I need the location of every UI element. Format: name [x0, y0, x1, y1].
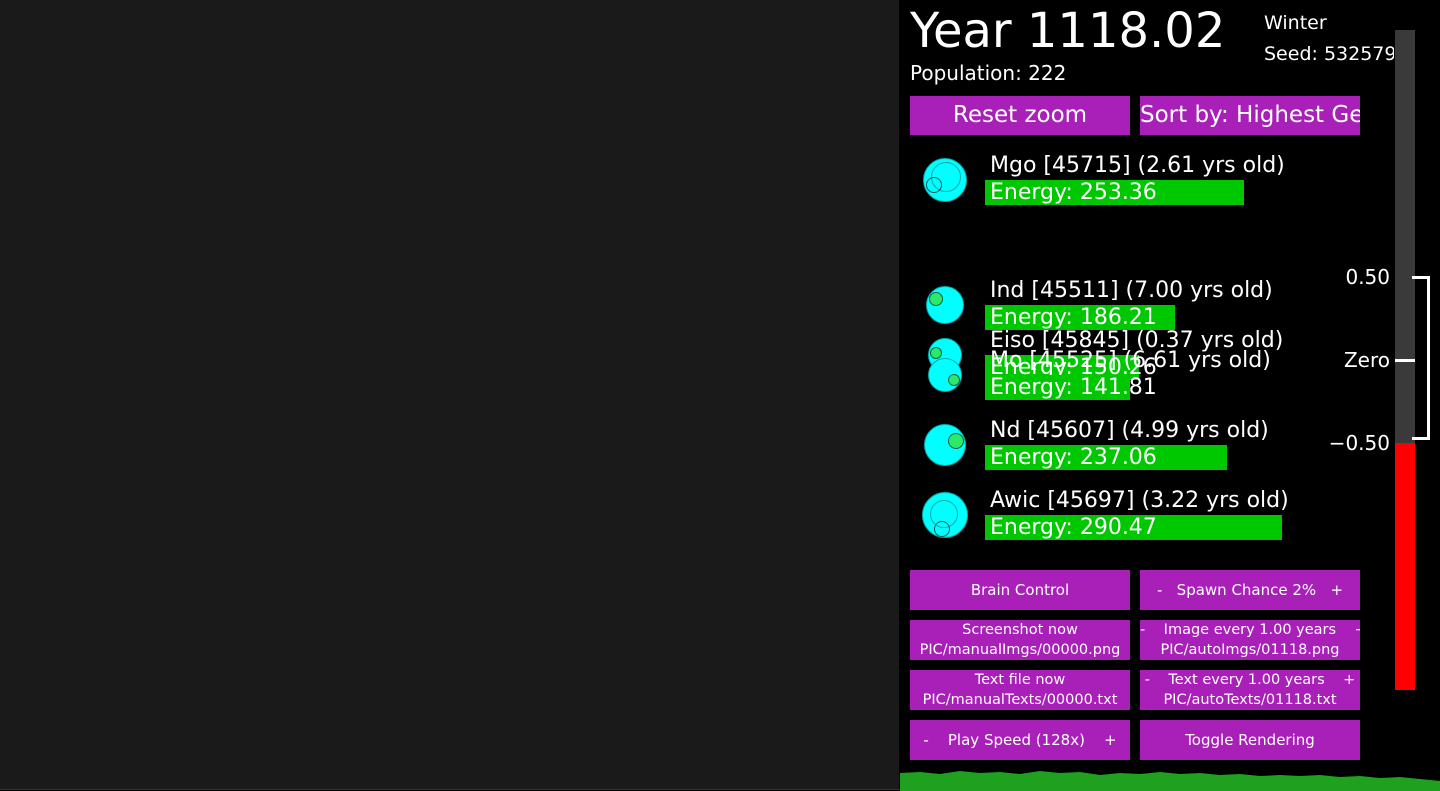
toggle-rendering-button[interactable]: Toggle Rendering [1140, 720, 1360, 760]
image-path: PIC/autoImgs/01118.png [1160, 642, 1340, 658]
creature-item[interactable]: Mgo [45715] (2.61 yrs old) Energy: 253.3… [900, 150, 1420, 210]
population-graph-area [900, 771, 1440, 791]
screenshot-now-button[interactable]: Screenshot now PIC/manualImgs/00000.png [910, 620, 1130, 660]
creature-avatar [922, 492, 968, 538]
creature-name: Nd [45607] (4.99 yrs old) [990, 418, 1269, 443]
sort-by-button[interactable]: Sort by: Highest Gen [1140, 96, 1360, 135]
brain-control-button[interactable]: Brain Control [910, 570, 1130, 610]
image-every-stepper[interactable]: - Image every 1.00 years + PIC/autoImgs/… [1140, 620, 1360, 660]
meter-label-low: −0.50 [1328, 431, 1390, 455]
meter-bracket [1412, 276, 1430, 440]
text-path: PIC/autoTexts/01118.txt [1163, 692, 1337, 708]
creature-eye [934, 521, 950, 537]
screenshot-path: PIC/manualImgs/00000.png [919, 642, 1121, 658]
creature-eye [926, 177, 942, 193]
year-label: Year 1118.02 [910, 3, 1226, 59]
population-label: Population: 222 [910, 61, 1067, 85]
world-view[interactable] [0, 0, 901, 790]
text-file-path: PIC/manualTexts/00000.txt [922, 692, 1118, 708]
image-every-label: - Image every 1.00 years + [1140, 622, 1360, 638]
meter-zero-tick [1395, 359, 1415, 362]
creature-name: Awic [45697] (3.22 yrs old) [990, 488, 1289, 513]
seed-label: Seed: 532579 [1264, 43, 1394, 65]
creature-eye [948, 374, 960, 386]
play-speed-stepper[interactable]: - Play Speed (128x) + [910, 720, 1130, 760]
creature-avatar [928, 358, 962, 392]
creature-eye [929, 292, 943, 306]
energy-label: Energy: 253.36 [990, 180, 1157, 205]
text-file-now-button[interactable]: Text file now PIC/manualTexts/00000.txt [910, 670, 1130, 710]
population-graph [900, 771, 1440, 791]
energy-label: Energy: 237.06 [990, 445, 1157, 470]
screenshot-now-label: Screenshot now [962, 622, 1078, 638]
creature-name: Mo [45525] (6.61 yrs old) [990, 348, 1271, 373]
spawn-chance-stepper[interactable]: - Spawn Chance 2% + [1140, 570, 1360, 610]
meter-label-zero: Zero [1343, 348, 1390, 372]
creature-name: Ind [45511] (7.00 yrs old) [990, 278, 1273, 303]
energy-label: Energy: 290.47 [990, 515, 1157, 540]
text-file-now-label: Text file now [974, 672, 1066, 688]
side-panel: Year 1118.02 Population: 222 Winter Seed… [900, 0, 1440, 791]
creature-eye [948, 433, 964, 449]
creature-avatar [923, 158, 967, 202]
creature-avatar [924, 424, 966, 466]
creature-avatar [926, 286, 964, 324]
text-every-stepper[interactable]: - Text every 1.00 years + PIC/autoTexts/… [1140, 670, 1360, 710]
creature-name: Mgo [45715] (2.61 yrs old) [990, 153, 1285, 178]
season-label: Winter [1264, 12, 1327, 34]
meter-label-high: 0.50 [1345, 265, 1390, 289]
text-every-label: - Text every 1.00 years + [1144, 672, 1356, 688]
energy-label: Energy: 141.81 [990, 375, 1157, 400]
brain-meter-fill [1395, 443, 1415, 690]
creature-item[interactable]: Awic [45697] (3.22 yrs old) Energy: 290.… [900, 485, 1420, 545]
reset-zoom-button[interactable]: Reset zoom [910, 96, 1130, 135]
